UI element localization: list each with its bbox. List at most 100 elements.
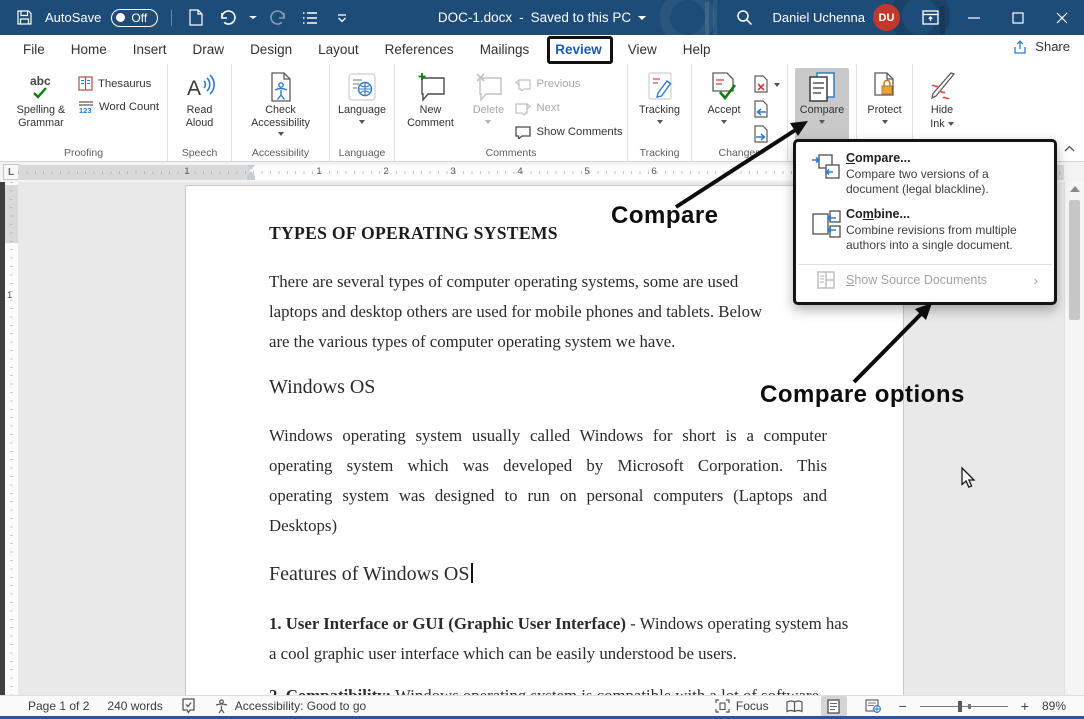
tab-draw[interactable]: Draw	[180, 35, 238, 64]
ribbon-tab-bar: File Home Insert Draw Design Layout Refe…	[0, 35, 1084, 64]
doc-heading-features: Features of Windows OS	[269, 563, 473, 586]
tab-home[interactable]: Home	[58, 35, 120, 64]
page-indicator[interactable]: Page 1 of 2	[28, 699, 89, 713]
search-icon[interactable]	[722, 0, 766, 35]
new-comment-button[interactable]: New Comment	[399, 68, 461, 129]
accessibility-status[interactable]: Accessibility: Good to go	[214, 699, 366, 714]
tracking-button[interactable]: Tracking	[631, 68, 689, 124]
chevron-down-icon	[278, 132, 284, 136]
language-button[interactable]: Language	[332, 68, 392, 124]
share-label: Share	[1035, 39, 1070, 54]
tab-layout[interactable]: Layout	[305, 35, 372, 64]
next-change-button[interactable]	[753, 122, 780, 145]
protect-button[interactable]: Protect	[860, 68, 910, 124]
previous-comment-button: Previous	[515, 72, 622, 95]
group-label-tracking: Tracking	[628, 147, 691, 159]
next-comment-button: Next	[515, 96, 622, 119]
tab-design[interactable]: Design	[237, 35, 305, 64]
accept-button[interactable]: Accept	[699, 68, 749, 124]
web-layout-button[interactable]	[860, 696, 886, 716]
menu-item-compare[interactable]: Compare... Compare two versions of a doc…	[796, 151, 1054, 207]
share-button[interactable]: Share	[1014, 39, 1070, 54]
thesaurus-icon	[78, 76, 93, 91]
chevron-down-icon	[721, 120, 727, 124]
tab-file[interactable]: File	[10, 35, 58, 64]
avatar[interactable]: DU	[873, 4, 900, 31]
previous-change-button[interactable]	[753, 97, 780, 120]
group-accessibility: Check Accessibility Accessibility	[232, 64, 330, 161]
group-label-changes: Changes	[692, 147, 787, 159]
indent-markers[interactable]	[246, 165, 256, 180]
minimize-button[interactable]	[952, 0, 996, 35]
doc-text-line: Windows operating system usually called …	[269, 426, 827, 446]
zoom-in-button[interactable]: +	[1021, 698, 1029, 714]
read-mode-button[interactable]	[782, 696, 808, 716]
scrollbar-thumb[interactable]	[1069, 200, 1080, 320]
show-comments-button[interactable]: Show Comments	[515, 120, 622, 143]
tab-review[interactable]: Review	[542, 35, 615, 64]
doc-text-line: laptops and desktop others are used for …	[269, 302, 827, 322]
tab-view[interactable]: View	[615, 35, 670, 64]
thesaurus-button[interactable]: Thesaurus	[78, 72, 159, 95]
maximize-button[interactable]	[996, 0, 1040, 35]
read-aloud-button[interactable]: A Read Aloud	[172, 68, 228, 129]
zoom-out-button[interactable]: −	[899, 698, 907, 714]
chevron-down-icon	[359, 120, 365, 124]
zoom-level[interactable]: 89%	[1042, 699, 1066, 713]
vertical-ruler-ticks	[10, 182, 13, 695]
tab-help[interactable]: Help	[670, 35, 724, 64]
customize-toolbar-chevron-icon[interactable]	[331, 4, 353, 32]
reject-change-button[interactable]	[753, 72, 780, 95]
next-change-icon	[753, 125, 769, 143]
undo-button[interactable]	[217, 4, 239, 32]
title-dash: -	[519, 10, 524, 25]
spelling-grammar-button[interactable]: abc Spelling & Grammar	[8, 68, 74, 129]
ribbon-display-options-icon[interactable]	[908, 0, 952, 35]
zoom-slider[interactable]	[920, 699, 1008, 713]
text-cursor	[471, 563, 473, 583]
close-button[interactable]	[1040, 0, 1084, 35]
compare-menu-icon	[806, 151, 846, 197]
scroll-up-icon[interactable]	[1070, 186, 1080, 192]
tab-references[interactable]: References	[372, 35, 467, 64]
word-count-indicator[interactable]: 240 words	[107, 699, 162, 713]
tab-mailings[interactable]: Mailings	[467, 35, 543, 64]
proofing-status-icon[interactable]	[181, 698, 196, 714]
menu-item-combine[interactable]: Combine... Combine revisions from multip…	[796, 207, 1054, 263]
annotation-compare: Compare	[611, 202, 719, 230]
zoom-slider-thumb[interactable]	[958, 701, 962, 712]
collapse-ribbon-icon[interactable]	[1064, 139, 1075, 157]
chevron-down-icon	[819, 120, 825, 124]
word-count-button[interactable]: 123 Word Count	[78, 95, 159, 118]
compare-button[interactable]: Compare	[795, 68, 849, 144]
focus-button[interactable]: Focus	[715, 699, 769, 713]
word-count-icon: 123	[78, 100, 94, 114]
tab-insert[interactable]: Insert	[120, 35, 180, 64]
share-icon	[1014, 40, 1029, 54]
vertical-ruler[interactable]: 1	[5, 182, 18, 695]
check-accessibility-button[interactable]: Check Accessibility	[236, 68, 326, 136]
previous-comment-icon	[515, 77, 531, 91]
read-aloud-label: Read Aloud	[175, 104, 225, 129]
ruler-number: 1	[184, 166, 189, 177]
doc-text-line: operating system was designed to run on …	[269, 486, 827, 506]
undo-chevron-icon[interactable]	[249, 16, 257, 19]
quick-access-list-icon[interactable]	[299, 4, 321, 32]
compare-menu-title: Compare...	[846, 151, 1044, 165]
user-name[interactable]: Daniel Uchenna	[772, 10, 865, 25]
vertical-scrollbar[interactable]	[1064, 182, 1084, 695]
autosave-toggle[interactable]: Off	[111, 9, 158, 27]
hide-ink-button[interactable]: Hide Ink	[917, 68, 967, 130]
save-icon[interactable]	[13, 4, 35, 32]
menu-item-show-source-documents: Show Source Documents ›	[796, 265, 1054, 295]
language-label: Language	[338, 104, 386, 117]
print-layout-button[interactable]	[821, 696, 847, 716]
combine-menu-desc: Combine revisions from multiple authors …	[846, 223, 1044, 253]
compare-label: Compare	[800, 104, 844, 117]
tab-stop-selector[interactable]: L	[3, 164, 19, 180]
group-label-comments: Comments	[395, 147, 627, 159]
doc-text-line: are the various types of computer operat…	[269, 332, 827, 352]
new-document-icon[interactable]	[185, 4, 207, 32]
hide-ink-label-1: Hide	[931, 104, 953, 117]
doc-heading-windows-os: Windows OS	[269, 376, 375, 399]
